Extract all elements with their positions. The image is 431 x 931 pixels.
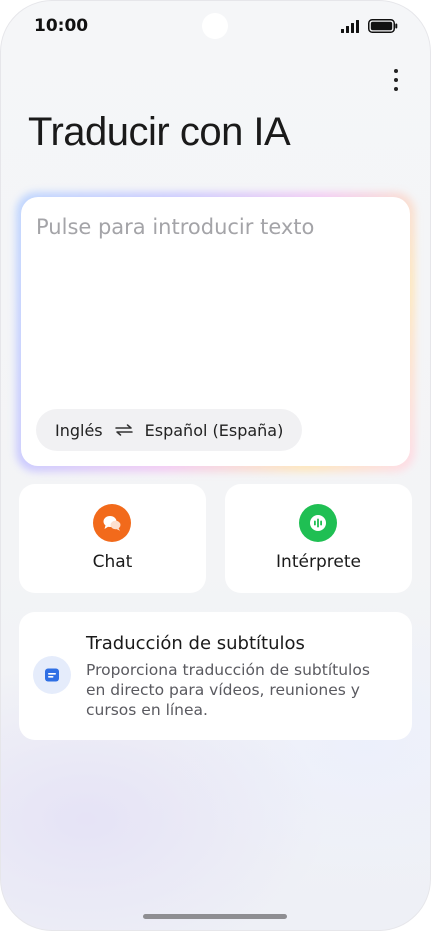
text-input-placeholder[interactable]: Pulse para introducir texto — [36, 215, 314, 239]
interpreter-label: Intérprete — [276, 552, 361, 572]
home-indicator[interactable] — [143, 914, 287, 919]
target-language[interactable]: Español (España) — [145, 421, 284, 440]
subtitle-translation-card[interactable]: Traducción de subtítulos Proporciona tra… — [19, 612, 412, 740]
language-selector[interactable]: Inglés Español (España) — [36, 409, 303, 451]
source-language[interactable]: Inglés — [55, 421, 103, 440]
chat-label: Chat — [92, 552, 133, 572]
signal-icon — [341, 20, 359, 33]
interpreter-tile[interactable]: Intérprete — [225, 484, 412, 593]
more-vertical-icon — [394, 69, 398, 73]
text-input-area[interactable]: Pulse para introducir texto Inglés Españ… — [21, 197, 410, 466]
page-title: Traducir con IA — [28, 110, 291, 154]
chat-tile[interactable]: Chat — [19, 484, 206, 593]
status-time: 10:00 — [34, 16, 89, 36]
more-options-button[interactable] — [382, 64, 410, 96]
subtitle-card-description: Proporciona traducción de subtítulos en … — [86, 661, 370, 719]
swap-arrows-icon[interactable] — [114, 424, 133, 436]
camera-cutout — [202, 13, 228, 39]
phone-screen: 10:00 Traducir con IA Pulse para introdu… — [0, 0, 431, 931]
battery-icon — [368, 19, 398, 33]
interpreter-voice-icon — [299, 504, 337, 542]
subtitles-icon — [33, 656, 71, 694]
chat-bubbles-icon — [93, 504, 131, 542]
subtitle-card-title: Traducción de subtítulos — [86, 633, 305, 654]
